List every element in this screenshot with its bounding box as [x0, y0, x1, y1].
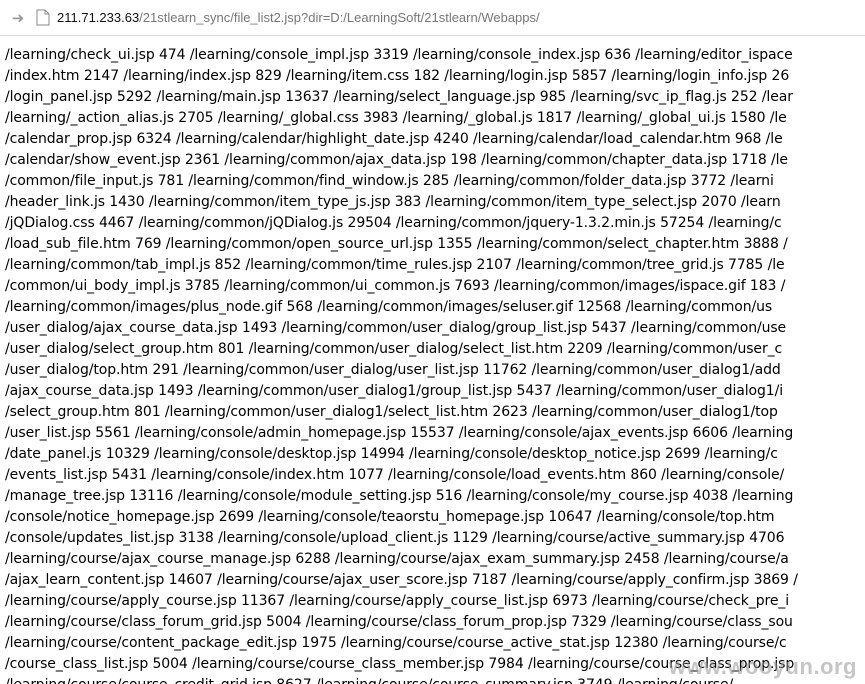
listing-line: /learning/course/apply_course.jsp 11367 … — [5, 593, 790, 609]
listing-line: /user_dialog/select_group.htm 801 /learn… — [5, 341, 783, 357]
listing-line: /learning/course/ajax_course_manage.jsp … — [5, 551, 789, 567]
listing-line: /jQDialog.css 4467 /learning/common/jQDi… — [5, 215, 782, 231]
listing-line: /events_list.jsp 5431 /learning/console/… — [5, 467, 785, 483]
listing-line: /date_panel.js 10329 /learning/console/d… — [5, 446, 778, 462]
listing-line: /console/updates_list.jsp 3138 /learning… — [5, 530, 785, 546]
listing-line: /index.htm 2147 /learning/index.jsp 829 … — [5, 68, 790, 84]
file-listing: /learning/check_ui.jsp 474 /learning/con… — [0, 36, 865, 684]
listing-line: /ajax_learn_content.jsp 14607 /learning/… — [5, 572, 798, 588]
listing-line: /learning/common/images/plus_node.gif 56… — [5, 299, 773, 315]
listing-line: /calendar/show_event.jsp 2361 /learning/… — [5, 152, 788, 168]
listing-line: /calendar_prop.jsp 6324 /learning/calend… — [5, 131, 783, 147]
listing-line: /learning/course/content_package_edit.js… — [5, 635, 787, 651]
listing-line: /common/file_input.js 781 /learning/comm… — [5, 173, 774, 189]
listing-line: /select_group.htm 801 /learning/common/u… — [5, 404, 778, 420]
arrow-right-icon[interactable]: ➜ — [8, 8, 28, 28]
address-bar: ➜ 211.71.233.63/21stlearn_sync/file_list… — [0, 0, 865, 36]
url-path: /21stlearn_sync/file_list2.jsp?dir=D:/Le… — [139, 10, 540, 25]
watermark: www.wooyun.org — [668, 654, 857, 679]
listing-line: /header_link.js 1430 /learning/common/it… — [5, 194, 781, 210]
listing-line: /learning/common/tab_impl.js 852 /learni… — [5, 257, 785, 273]
listing-line: /manage_tree.jsp 13116 /learning/console… — [5, 488, 794, 504]
page-icon — [36, 9, 50, 26]
url-field[interactable]: 211.71.233.63/21stlearn_sync/file_list2.… — [57, 9, 540, 27]
listing-line: /learning/course/class_forum_grid.jsp 50… — [5, 614, 793, 630]
listing-line: /common/ui_body_impl.js 3785 /learning/c… — [5, 278, 786, 294]
listing-line: /ajax_course_data.jsp 1493 /learning/com… — [5, 383, 783, 399]
url-host: 211.71.233.63 — [57, 10, 140, 25]
listing-line: /console/notice_homepage.jsp 2699 /learn… — [5, 509, 775, 525]
listing-line: /user_list.jsp 5561 /learning/console/ad… — [5, 425, 794, 441]
listing-line: /user_dialog/top.htm 291 /learning/commo… — [5, 362, 781, 378]
listing-line: /user_dialog/ajax_course_data.jsp 1493 /… — [5, 320, 787, 336]
listing-line: /learning/_action_alias.js 2705 /learnin… — [5, 110, 787, 126]
listing-line: /learning/check_ui.jsp 474 /learning/con… — [5, 47, 793, 63]
listing-line: /load_sub_file.htm 769 /learning/common/… — [5, 236, 788, 252]
listing-line: /login_panel.jsp 5292 /learning/main.jsp… — [5, 89, 793, 105]
